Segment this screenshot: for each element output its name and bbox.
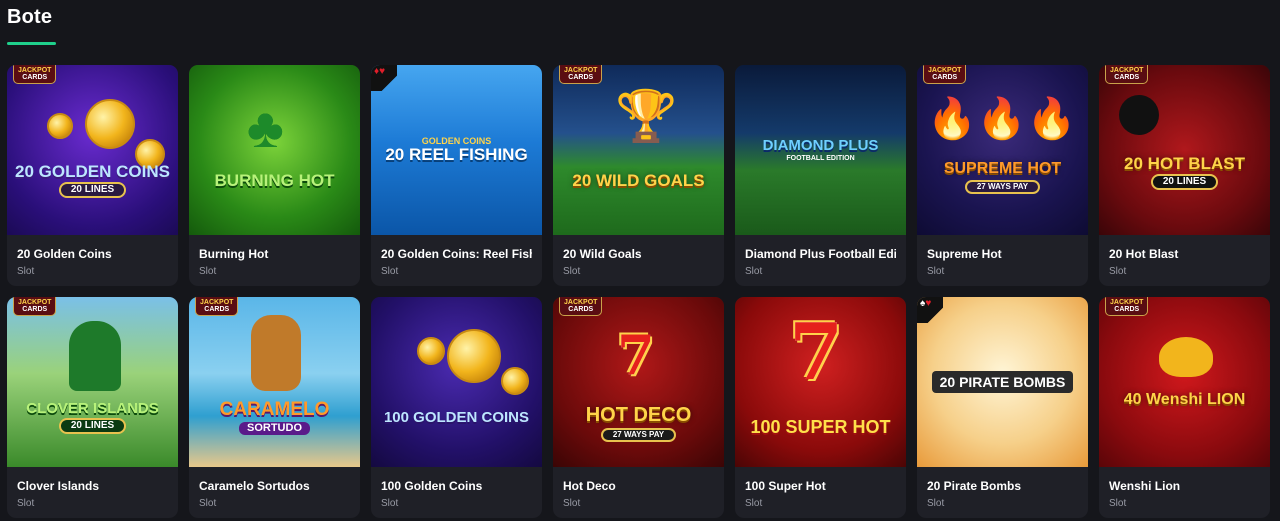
jackpot-cards-badge: JACKPOT CARDS <box>195 297 239 316</box>
game-name: Supreme Hot <box>927 247 1002 261</box>
game-thumbnail[interactable]: 🏆 20 WILD GOALS JACKPOT CARDS <box>553 65 724 235</box>
game-thumbnail[interactable]: 🔥🔥🔥 SUPREME HOT 27 WAYS PAY JACKPOT CARDS <box>917 65 1088 235</box>
game-thumbnail[interactable]: CARAMELO SORTUDO JACKPOT CARDS <box>189 297 360 467</box>
game-type: Slot <box>745 266 763 277</box>
game-thumbnail[interactable]: 40 Wenshi LION JACKPOT CARDS <box>1099 297 1270 467</box>
game-thumbnail[interactable]: 20 HOT BLAST 20 LINES JACKPOT CARDS <box>1099 65 1270 235</box>
game-logo: BURNING HOT <box>214 170 335 190</box>
game-type: Slot <box>199 498 217 509</box>
game-logo: 20 HOT BLAST <box>1124 153 1245 173</box>
game-logo: 100 SUPER HOT <box>750 417 891 437</box>
game-logo: HOT DECO <box>585 403 692 426</box>
game-thumbnail[interactable]: CLOVER ISLANDS 20 LINES JACKPOT CARDS <box>7 297 178 467</box>
game-type: Slot <box>381 266 399 277</box>
game-logo-sub: SORTUDO <box>239 421 310 435</box>
game-name: 20 Wild Goals <box>563 247 642 261</box>
game-logo: DIAMOND PLUS <box>762 137 879 154</box>
game-logo-sub: 20 LINES <box>1150 173 1219 190</box>
game-name: Burning Hot <box>199 247 269 261</box>
game-type: Slot <box>1109 266 1127 277</box>
game-type: Slot <box>199 266 217 277</box>
game-thumbnail[interactable]: 100 GOLDEN COINS <box>371 297 542 467</box>
game-name: Caramelo Sortudos <box>199 479 310 493</box>
game-card-20-wild-goals[interactable]: 🏆 20 WILD GOALS JACKPOT CARDS 20 Wild Goa… <box>553 65 724 286</box>
game-card-20-golden-coins[interactable]: 20 GOLDEN COINS 20 LINES JACKPOT CARDS 20… <box>7 65 178 286</box>
jackpot-cards-badge: JACKPOT CARDS <box>559 65 603 84</box>
jackpot-cards-badge: JACKPOT CARDS <box>559 297 603 316</box>
game-card-20-pirate-bombs[interactable]: 20 PIRATE BOMBS ♠♥ 20 Pirate Bombs Slot <box>917 297 1088 518</box>
game-card-hot-deco[interactable]: 7 HOT DECO 27 WAYS PAY JACKPOT CARDS Hot … <box>553 297 724 518</box>
bomb-icon <box>1119 95 1159 135</box>
game-card-100-golden-coins[interactable]: 100 GOLDEN COINS 100 Golden Coins Slot <box>371 297 542 518</box>
game-logo-sub: FOOTBALL EDITION <box>786 155 855 162</box>
game-card-reel-fishing[interactable]: GOLDEN COINS 20 REEL FISHING ♦♥ 20 Golde… <box>371 65 542 286</box>
game-logo: 20 REEL FISHING <box>385 145 528 164</box>
jackpot-cards-badge: JACKPOT CARDS <box>1105 65 1149 84</box>
game-type: Slot <box>563 498 581 509</box>
jackpot-cards-badge: JACKPOT CARDS <box>1105 297 1149 316</box>
game-name: Clover Islands <box>17 479 100 493</box>
game-logo: 20 GOLDEN COINS <box>15 161 170 181</box>
game-logo-sub: 20 LINES <box>58 417 127 434</box>
card-suits-badge: ♦♥ <box>371 65 397 91</box>
game-thumbnail[interactable]: 20 GOLDEN COINS 20 LINES JACKPOT CARDS <box>7 65 178 235</box>
game-name: 20 Golden Coins: Reel Fishing <box>381 247 532 261</box>
jackpot-cards-badge: JACKPOT CARDS <box>13 297 57 316</box>
section-title: Bote <box>7 6 53 28</box>
game-thumbnail[interactable]: DIAMOND PLUS FOOTBALL EDITION <box>735 65 906 235</box>
game-type: Slot <box>381 498 399 509</box>
game-card-supreme-hot[interactable]: 🔥🔥🔥 SUPREME HOT 27 WAYS PAY JACKPOT CARDS… <box>917 65 1088 286</box>
jackpot-cards-badge: JACKPOT CARDS <box>13 65 57 84</box>
game-thumbnail[interactable]: 20 PIRATE BOMBS ♠♥ <box>917 297 1088 467</box>
game-card-caramelo-sortudos[interactable]: CARAMELO SORTUDO JACKPOT CARDS Caramelo S… <box>189 297 360 518</box>
game-type: Slot <box>1109 498 1127 509</box>
game-logo-sub: 27 WAYS PAY <box>964 179 1041 194</box>
game-name: 20 Golden Coins <box>17 247 112 261</box>
title-underline <box>7 42 56 45</box>
game-type: Slot <box>745 498 763 509</box>
game-logo: 20 WILD GOALS <box>572 170 705 190</box>
game-logo: 40 Wenshi LION <box>1123 391 1246 408</box>
game-name: Wenshi Lion <box>1109 479 1181 493</box>
game-logo-sub: 27 WAYS PAY <box>600 427 677 442</box>
lion-icon <box>1159 337 1213 377</box>
game-type: Slot <box>17 266 35 277</box>
game-name: Hot Deco <box>563 479 616 493</box>
game-thumbnail[interactable]: 7 HOT DECO 27 WAYS PAY JACKPOT CARDS <box>553 297 724 467</box>
trophy-icon: 🏆 <box>615 88 678 144</box>
flames-icon: 🔥🔥🔥 <box>927 97 1077 141</box>
game-thumbnail[interactable]: ♣ BURNING HOT <box>189 65 360 235</box>
game-thumbnail[interactable]: GOLDEN COINS 20 REEL FISHING ♦♥ <box>371 65 542 235</box>
game-name: Diamond Plus Football Edition <box>745 247 896 261</box>
game-name: 20 Pirate Bombs <box>927 479 1022 493</box>
game-grid: 20 GOLDEN COINS 20 LINES JACKPOT CARDS 20… <box>7 65 1270 518</box>
seven-icon: 7 <box>789 307 844 398</box>
game-card-burning-hot[interactable]: ♣ BURNING HOT Burning Hot Slot <box>189 65 360 286</box>
game-name: 100 Super Hot <box>745 479 826 493</box>
game-logo: 20 PIRATE BOMBS <box>931 371 1074 393</box>
game-card-diamond-plus[interactable]: DIAMOND PLUS FOOTBALL EDITION Diamond Pl… <box>735 65 906 286</box>
game-card-wenshi-lion[interactable]: 40 Wenshi LION JACKPOT CARDS Wenshi Lion … <box>1099 297 1270 518</box>
game-logo: CARAMELO <box>219 398 330 420</box>
game-type: Slot <box>927 266 945 277</box>
game-name: 20 Hot Blast <box>1109 247 1179 261</box>
seven-icon: 7 <box>617 323 655 387</box>
game-type: Slot <box>563 266 581 277</box>
leprechaun-icon <box>69 321 121 391</box>
game-type: Slot <box>927 498 945 509</box>
clover-icon: ♣ <box>247 96 284 159</box>
game-logo: SUPREME HOT <box>943 159 1062 177</box>
game-card-100-super-hot[interactable]: 7 100 SUPER HOT 100 Super Hot Slot <box>735 297 906 518</box>
game-name: 100 Golden Coins <box>381 479 483 493</box>
jackpot-cards-badge: JACKPOT CARDS <box>923 65 967 84</box>
game-logo: 100 GOLDEN COINS <box>383 408 530 426</box>
game-type: Slot <box>17 498 35 509</box>
game-logo-sub: 20 LINES <box>58 181 127 198</box>
game-thumbnail[interactable]: 7 100 SUPER HOT <box>735 297 906 467</box>
card-suits-badge: ♠♥ <box>917 297 943 323</box>
game-card-20-hot-blast[interactable]: 20 HOT BLAST 20 LINES JACKPOT CARDS 20 Ho… <box>1099 65 1270 286</box>
dog-icon <box>251 315 301 391</box>
game-card-clover-islands[interactable]: CLOVER ISLANDS 20 LINES JACKPOT CARDS Clo… <box>7 297 178 518</box>
game-logo: CLOVER ISLANDS <box>26 399 159 417</box>
